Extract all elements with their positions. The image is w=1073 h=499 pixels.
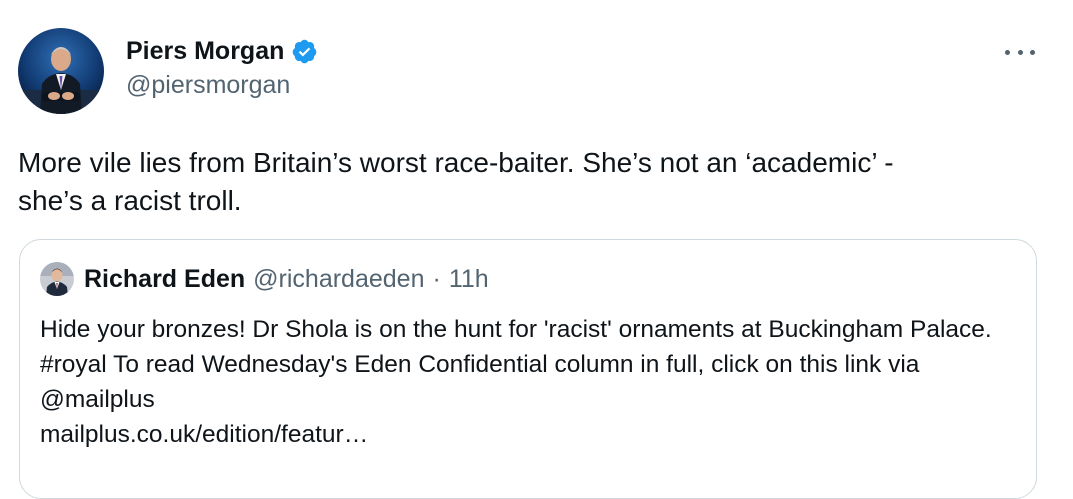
quoted-author-handle[interactable]: @richardaeden [253, 265, 424, 294]
tweet-text: More vile lies from Britain’s worst race… [18, 147, 894, 216]
author-avatar[interactable] [18, 28, 104, 114]
tweet[interactable]: Piers Morgan @piersmorgan More vile lies… [0, 0, 1073, 499]
verified-badge-icon [293, 39, 317, 63]
author-name-row: Piers Morgan [126, 34, 318, 68]
author-handle[interactable]: @piersmorgan [126, 71, 318, 100]
quoted-author-name[interactable]: Richard Eden [84, 265, 245, 294]
quoted-tweet-header: Richard Eden @richardaeden · 11h [40, 262, 489, 296]
person-avatar-icon [18, 28, 104, 114]
quoted-tweet-link[interactable]: mailplus.co.uk/edition/featur… [40, 421, 368, 448]
more-dot [1030, 49, 1035, 55]
quoted-tweet-text: Hide your bronzes! Dr Shola is on the hu… [40, 312, 1020, 452]
more-dot [1017, 49, 1023, 55]
quoted-author-avatar[interactable] [40, 262, 74, 296]
person-avatar-icon [40, 262, 74, 296]
author-info: Piers Morgan @piersmorgan [126, 34, 318, 100]
quoted-tweet-card[interactable]: Richard Eden @richardaeden · 11h Hide yo… [19, 239, 1037, 499]
more-options-icon[interactable] [1005, 42, 1035, 62]
author-name[interactable]: Piers Morgan [126, 37, 284, 66]
quoted-tweet-body: Hide your bronzes! Dr Shola is on the hu… [40, 316, 992, 413]
dot-separator: · [432, 264, 441, 293]
more-dot [1005, 49, 1010, 55]
quoted-timestamp[interactable]: 11h [449, 265, 489, 294]
